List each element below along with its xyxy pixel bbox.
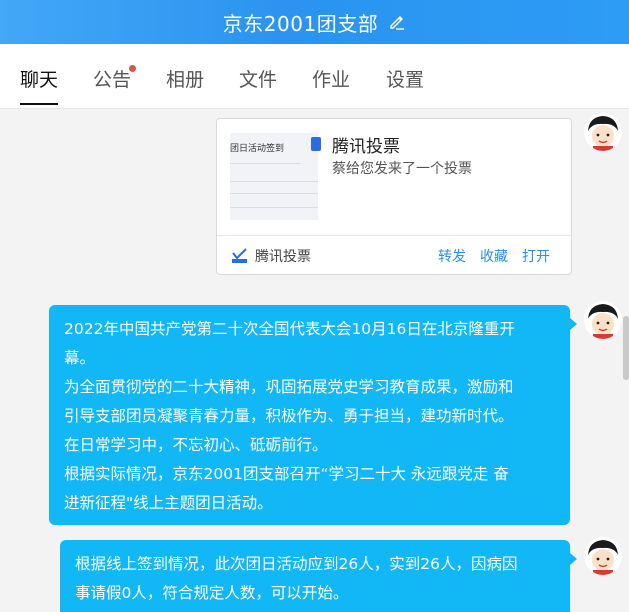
vote-card-footer: 腾讯投票 转发 收藏 打开: [217, 235, 571, 274]
tab-bar: 聊天 公告 相册 文件 作业 设置: [0, 44, 629, 116]
vote-card-title: 腾讯投票: [332, 137, 400, 157]
group-title: 京东2001团支部: [222, 11, 379, 36]
chevron-down-icon: [432, 76, 442, 116]
tab-chat[interactable]: 聊天: [20, 44, 59, 107]
favorite-button[interactable]: 收藏: [480, 246, 508, 266]
tab-files[interactable]: 文件: [239, 44, 277, 107]
tab-homework[interactable]: 作业: [312, 44, 350, 107]
open-button[interactable]: 打开: [522, 246, 550, 266]
tab-settings[interactable]: 设置: [386, 44, 442, 116]
avatar[interactable]: [584, 113, 622, 151]
bubble-tail: [570, 318, 577, 330]
message-line: 幕。: [64, 349, 96, 367]
tencent-vote-icon: [231, 247, 248, 264]
bubble-tail: [570, 553, 577, 565]
avatar[interactable]: [584, 301, 622, 339]
message-line: 在日常学习中，不忘初心、砥砺前行。: [64, 436, 328, 454]
vote-card[interactable]: 团日活动签到 腾讯投票 蔡给您发来了一个投票 腾讯投票 转发 收藏 打开: [216, 118, 572, 275]
message-line: 事请假0人，符合规定人数，可以开始。: [75, 584, 349, 602]
message-bubble[interactable]: 2022年中国共产党第二十次全国代表大会10月16日在北京隆重开 幕。 为全面贯…: [49, 305, 570, 525]
message-line: 根据线上签到情况，此次团日活动应到26人，实到26人，因病因: [75, 555, 518, 573]
thumbnail-text: 团日活动签到: [230, 144, 285, 154]
vote-card-subtitle: 蔡给您发来了一个投票: [332, 161, 472, 177]
forward-button[interactable]: 转发: [438, 246, 466, 266]
message-line: 为全面贯彻党的二十大精神，巩固拓展党史学习教育成果，激励和: [64, 378, 514, 396]
tab-announcement[interactable]: 公告: [93, 44, 131, 107]
message-line: 2022年中国共产党第二十次全国代表大会10月16日在北京隆重开: [64, 320, 515, 338]
vote-app-name: 腾讯投票: [255, 249, 311, 265]
tab-album[interactable]: 相册: [166, 44, 204, 107]
message-line: 进新征程"线上主题团日活动。: [64, 494, 273, 512]
thumbnail-badge: [311, 137, 321, 151]
message-bubble[interactable]: 根据线上签到情况，此次团日活动应到26人，实到26人，因病因 事请假0人，符合规…: [60, 540, 570, 612]
group-header: 京东2001团支部: [0, 0, 629, 44]
notification-dot: [129, 65, 136, 72]
tab-settings-label: 设置: [386, 69, 425, 91]
avatar[interactable]: [584, 537, 622, 575]
message-line: 根据实际情况，京东2001团支部召开“学习二十大 永远跟党走 奋: [64, 465, 509, 483]
edit-pencil-icon[interactable]: [388, 13, 406, 31]
scrollbar[interactable]: [623, 316, 629, 380]
message-line: 引导支部团员凝聚青春力量，积极作为、勇于担当，建功新时代。: [64, 407, 514, 425]
vote-thumbnail: 团日活动签到: [230, 133, 321, 220]
